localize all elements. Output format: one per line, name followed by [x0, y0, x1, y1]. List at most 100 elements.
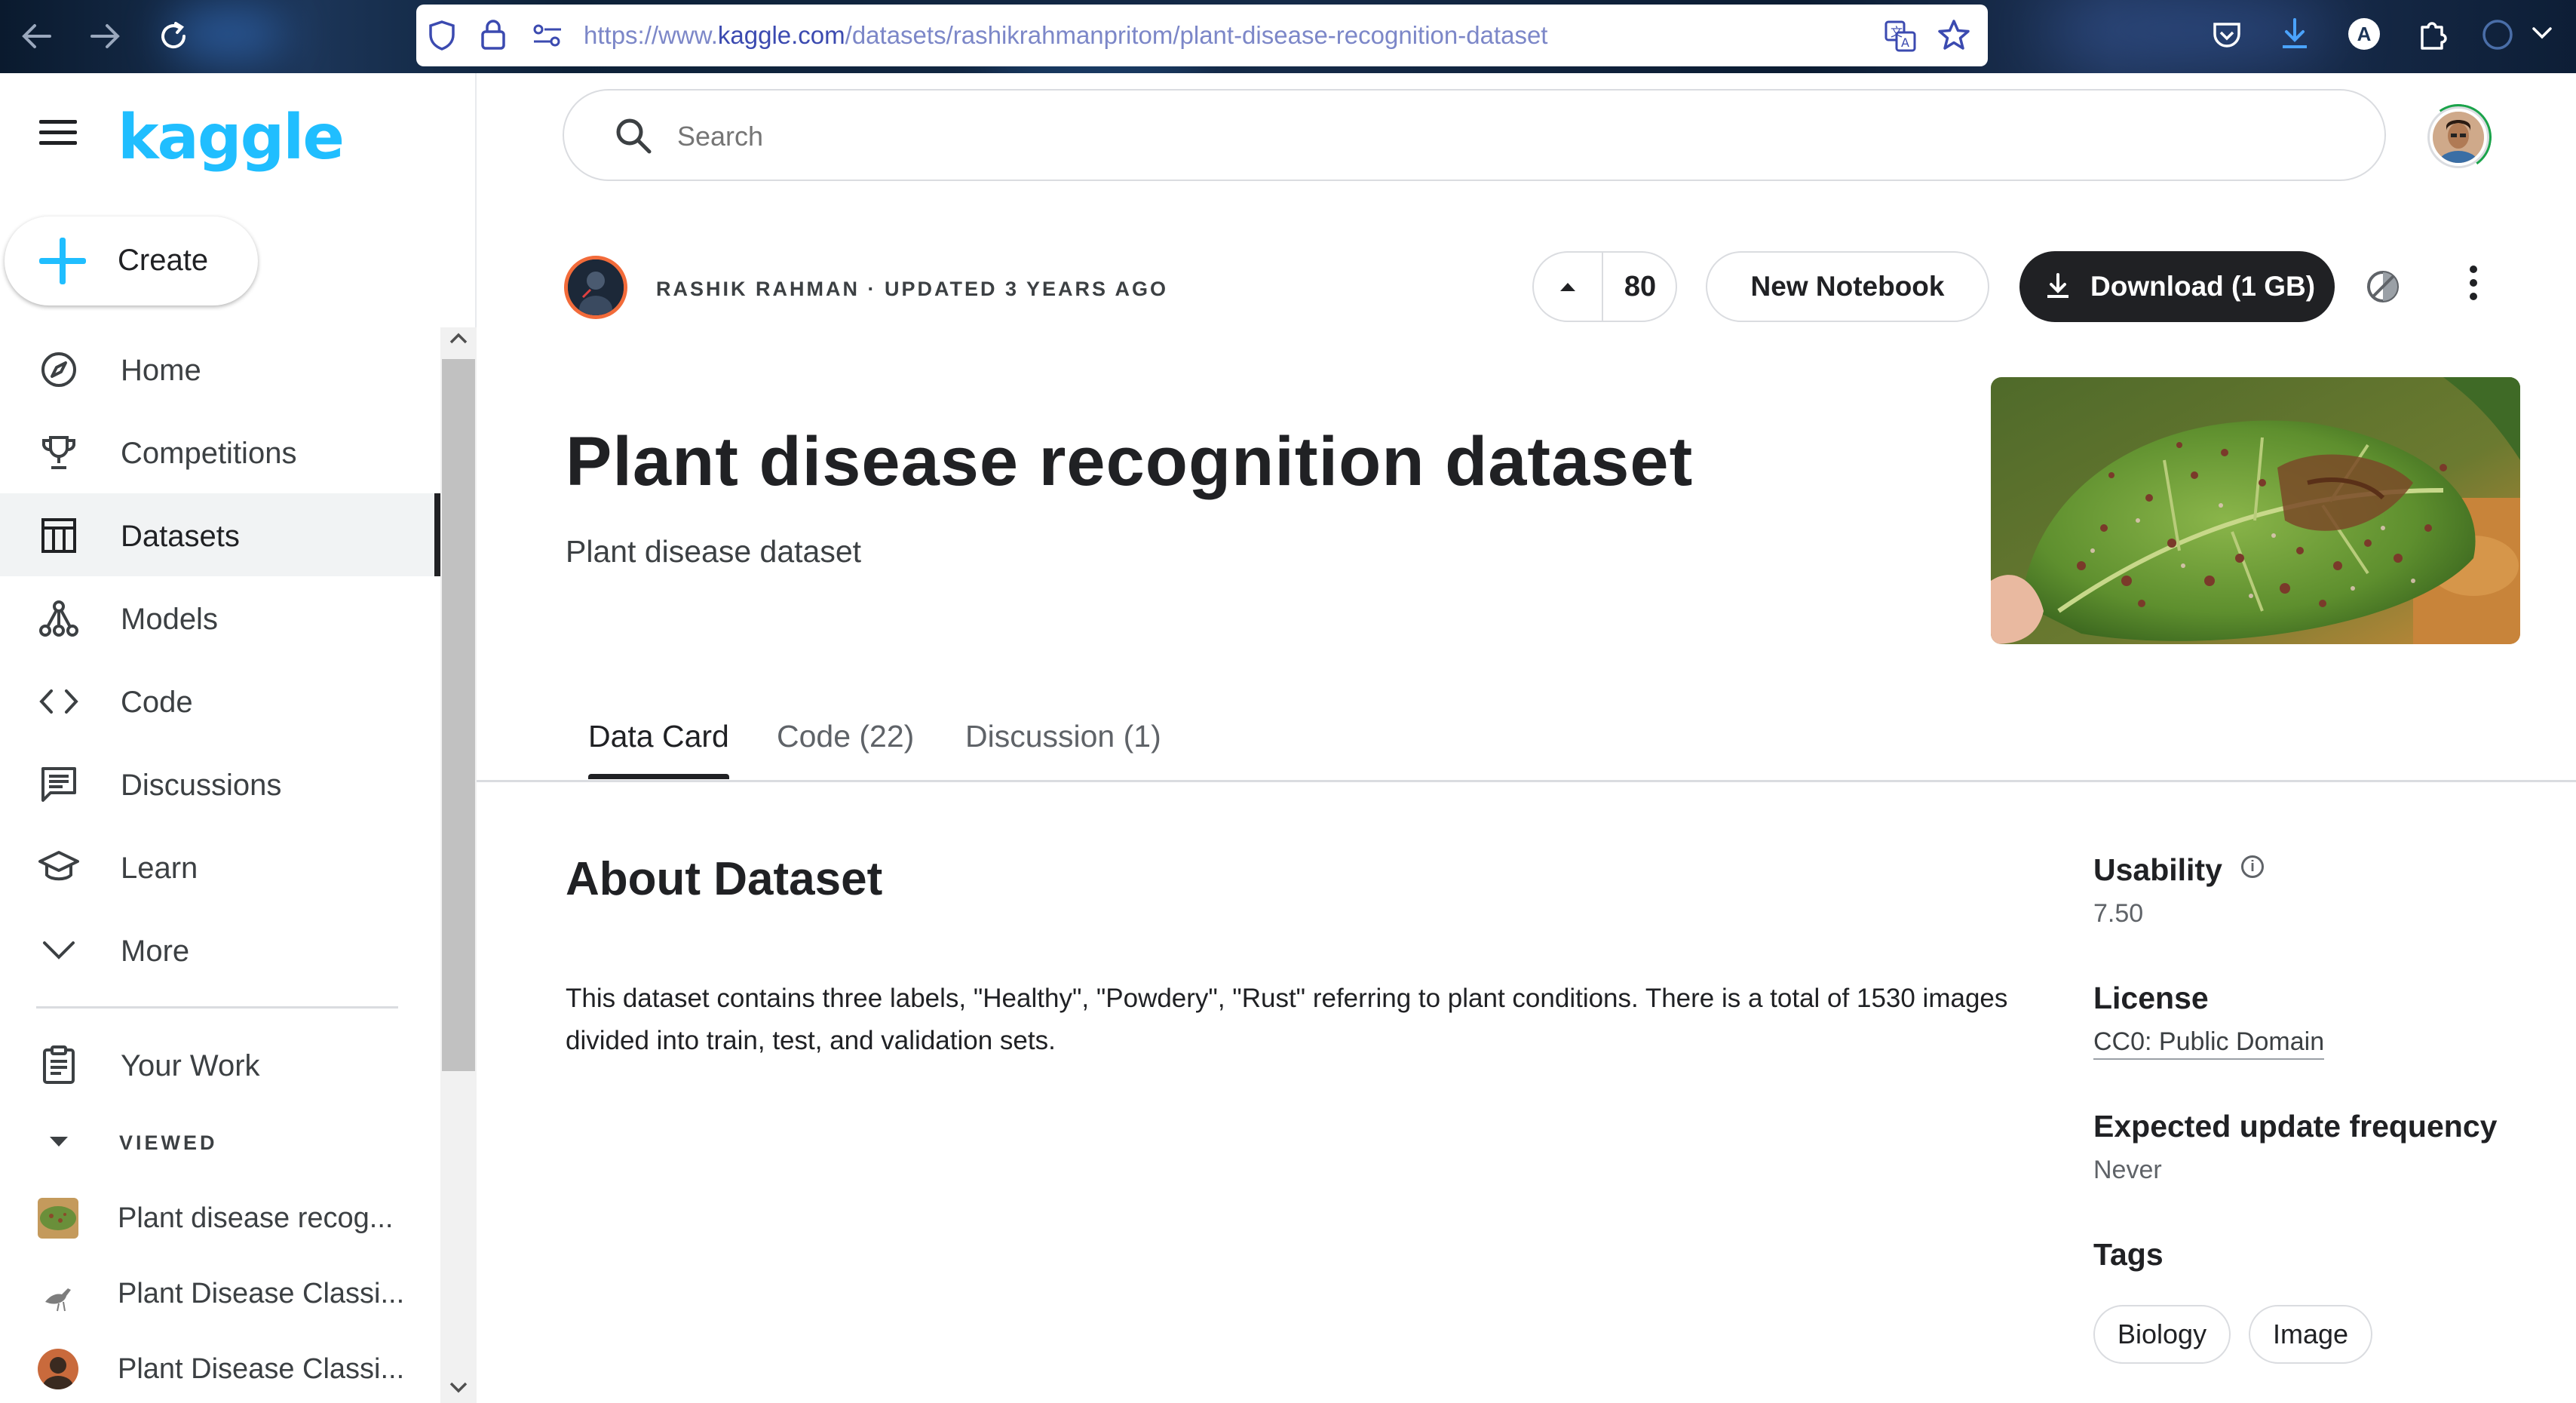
discussions-icon — [38, 763, 80, 806]
forward-button[interactable] — [84, 15, 127, 57]
usability-value: 7.50 — [2093, 899, 2144, 928]
new-notebook-button[interactable]: New Notebook — [1706, 251, 1989, 322]
profile-initial: A — [2357, 22, 2372, 45]
contrast-icon[interactable] — [2365, 269, 2401, 309]
sidebar-item-competitions[interactable]: Competitions — [0, 410, 439, 493]
downloads-icon[interactable] — [2279, 17, 2311, 51]
shield-icon[interactable] — [427, 20, 457, 51]
create-label: Create — [118, 244, 209, 277]
recent-item-label: Plant Disease Classi... — [118, 1353, 405, 1385]
code-icon — [38, 680, 80, 723]
download-button[interactable]: Download (1 GB) — [2019, 251, 2335, 322]
translate-icon[interactable]: 文A — [1884, 20, 1917, 53]
user-avatar[interactable] — [2430, 109, 2487, 166]
dataset-cover-image — [1991, 377, 2520, 644]
sidebar-item-datasets[interactable]: Datasets — [0, 493, 440, 576]
sidebar-item-label: Your Work — [121, 1049, 260, 1082]
url-text[interactable]: https://www.kaggle.com/datasets/rashikra… — [584, 21, 1547, 50]
about-dataset-text: This dataset contains three labels, "Hea… — [566, 984, 2008, 1055]
url-host: kaggle.com — [717, 21, 845, 49]
sidebar-item-discussions[interactable]: Discussions — [0, 742, 439, 825]
recent-item[interactable]: Plant Disease Classi... — [0, 1331, 439, 1403]
kaggle-logo[interactable]: kaggle — [118, 102, 345, 173]
url-path: /datasets/rashikrahmanpritom/plant-disea… — [845, 21, 1548, 49]
info-icon[interactable]: i — [2241, 855, 2264, 878]
author-avatar[interactable] — [564, 256, 627, 319]
license-label: License — [2093, 981, 2209, 1015]
sidebar-item-label: Home — [121, 354, 201, 387]
browser-toolbar: https://www.kaggle.com/datasets/rashikra… — [0, 0, 2576, 73]
tag-image[interactable]: Image — [2249, 1305, 2373, 1364]
sidebar-item-label: Code — [121, 686, 193, 719]
models-icon — [38, 597, 80, 640]
sidebar-item-label: Learn — [121, 852, 198, 885]
sidebar-item-more[interactable]: More — [0, 908, 439, 991]
sidebar-item-home[interactable]: Home — [0, 327, 439, 410]
sidebar-item-code[interactable]: Code — [0, 659, 439, 742]
recent-item[interactable]: Plant disease recog... — [0, 1180, 439, 1255]
download-icon — [2045, 272, 2071, 306]
site-permissions-icon[interactable] — [531, 23, 564, 48]
search-bar[interactable] — [563, 89, 2386, 181]
license-link[interactable]: CC0: Public Domain — [2093, 1027, 2325, 1060]
viewed-section-label: VIEWED — [119, 1131, 218, 1154]
lock-icon[interactable] — [480, 18, 507, 51]
menu-icon[interactable] — [39, 120, 77, 150]
scroll-up-arrow-icon[interactable] — [448, 332, 469, 349]
sidebar-item-your-work[interactable]: Your Work — [0, 1023, 439, 1106]
download-label: Download (1 GB) — [2090, 271, 2316, 302]
compass-icon — [38, 348, 80, 391]
recent-item[interactable]: Plant Disease Classi... — [0, 1255, 439, 1331]
back-button[interactable] — [15, 15, 57, 57]
search-input[interactable] — [677, 118, 2185, 155]
leaf-thumbnail — [38, 1198, 78, 1239]
page-title: Plant disease recognition dataset — [566, 423, 1694, 500]
chevron-down-icon[interactable] — [2531, 26, 2553, 41]
graduation-cap-icon — [38, 846, 80, 889]
vote-count[interactable]: 80 — [1603, 271, 1677, 303]
sidebar-scroll-thumb[interactable] — [442, 359, 475, 1071]
sidebar-item-label: Datasets — [121, 520, 240, 553]
recent-item-label: Plant disease recog... — [118, 1202, 394, 1234]
address-bar[interactable]: https://www.kaggle.com/datasets/rashikra… — [416, 5, 1988, 66]
recent-item-label: Plant Disease Classi... — [118, 1278, 405, 1309]
update-frequency-label: Expected update frequency — [2093, 1109, 2498, 1144]
caret-down-icon[interactable] — [50, 1137, 68, 1147]
sidebar-item-label: More — [121, 935, 190, 968]
clipboard-icon — [38, 1044, 80, 1086]
extensions-icon[interactable] — [2416, 17, 2449, 51]
about-dataset-heading: About Dataset — [566, 853, 883, 905]
sidebar-divider — [36, 1006, 398, 1009]
sidebar-item-label: Competitions — [121, 437, 297, 470]
search-icon — [614, 116, 653, 159]
sidebar-item-models[interactable]: Models — [0, 576, 439, 659]
upvote-button[interactable] — [1534, 253, 1603, 321]
tab-code[interactable]: Code (22) — [777, 719, 914, 777]
profile-avatar[interactable]: A — [2348, 18, 2380, 50]
update-frequency-value: Never — [2093, 1156, 2162, 1184]
tag-biology[interactable]: Biology — [2093, 1305, 2231, 1364]
tab-discussion[interactable]: Discussion (1) — [965, 719, 1161, 777]
user-thumbnail — [38, 1349, 78, 1389]
sidebar-item-learn[interactable]: Learn — [0, 825, 439, 908]
bookmark-star-icon[interactable] — [1937, 18, 1971, 53]
pocket-icon[interactable] — [2211, 20, 2243, 51]
more-options-icon[interactable] — [2460, 266, 2487, 308]
sidebar-item-label: Models — [121, 603, 218, 636]
account-icon[interactable] — [2481, 18, 2514, 51]
plus-icon — [39, 238, 86, 284]
page-subtitle: Plant disease dataset — [566, 534, 862, 569]
tab-bar: Data Card Code (22) Discussion (1) — [477, 705, 2576, 782]
reload-button[interactable] — [152, 15, 195, 57]
bird-thumbnail — [38, 1273, 78, 1314]
tab-data-card[interactable]: Data Card — [588, 719, 729, 779]
chevron-down-icon — [38, 929, 80, 972]
url-prefix: https://www. — [584, 21, 718, 49]
tags-label: Tags — [2093, 1237, 2164, 1272]
sidebar-item-label: Discussions — [121, 769, 282, 802]
author-update-line[interactable]: RASHIK RAHMAN · UPDATED 3 YEARS AGO — [656, 278, 1168, 301]
table-icon — [38, 514, 80, 557]
create-button[interactable]: Create — [5, 216, 258, 305]
scroll-down-arrow-icon[interactable] — [448, 1380, 469, 1398]
upvote-control: 80 — [1532, 251, 1677, 322]
